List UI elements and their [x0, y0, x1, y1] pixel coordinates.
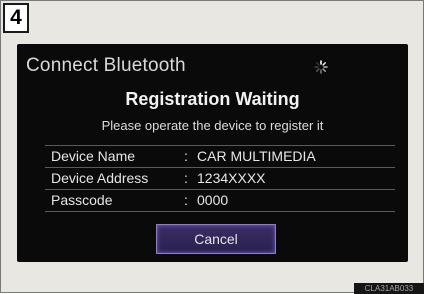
step-number-badge: 4: [3, 3, 29, 33]
bluetooth-dialog-screen: Connect Bluetooth Registration Waiting P…: [17, 44, 408, 262]
field-separator: :: [184, 148, 188, 164]
device-name-value: CAR MULTIMEDIA: [197, 148, 316, 164]
passcode-label: Passcode: [51, 192, 113, 208]
passcode-row: Passcode : 0000: [45, 190, 395, 212]
field-separator: :: [184, 192, 188, 208]
device-address-value: 1234XXXX: [197, 170, 266, 186]
screen-title: Connect Bluetooth: [26, 55, 186, 76]
device-name-row: Device Name : CAR MULTIMEDIA: [45, 145, 395, 168]
cancel-button[interactable]: Cancel: [156, 224, 276, 254]
device-address-row: Device Address : 1234XXXX: [45, 168, 395, 190]
registration-status-heading: Registration Waiting: [125, 89, 300, 109]
device-name-label: Device Name: [51, 148, 136, 164]
device-info-table: Device Name : CAR MULTIMEDIA Device Addr…: [45, 145, 395, 212]
figure-frame: 4 Connect Bluetooth Registration Waiting…: [0, 0, 424, 294]
image-reference-code: CLA31AB033: [354, 283, 424, 294]
device-address-label: Device Address: [51, 170, 149, 186]
loading-spinner-icon: [314, 60, 328, 74]
field-separator: :: [184, 170, 188, 186]
registration-instruction: Please operate the device to register it: [101, 118, 324, 133]
passcode-value: 0000: [197, 192, 229, 208]
